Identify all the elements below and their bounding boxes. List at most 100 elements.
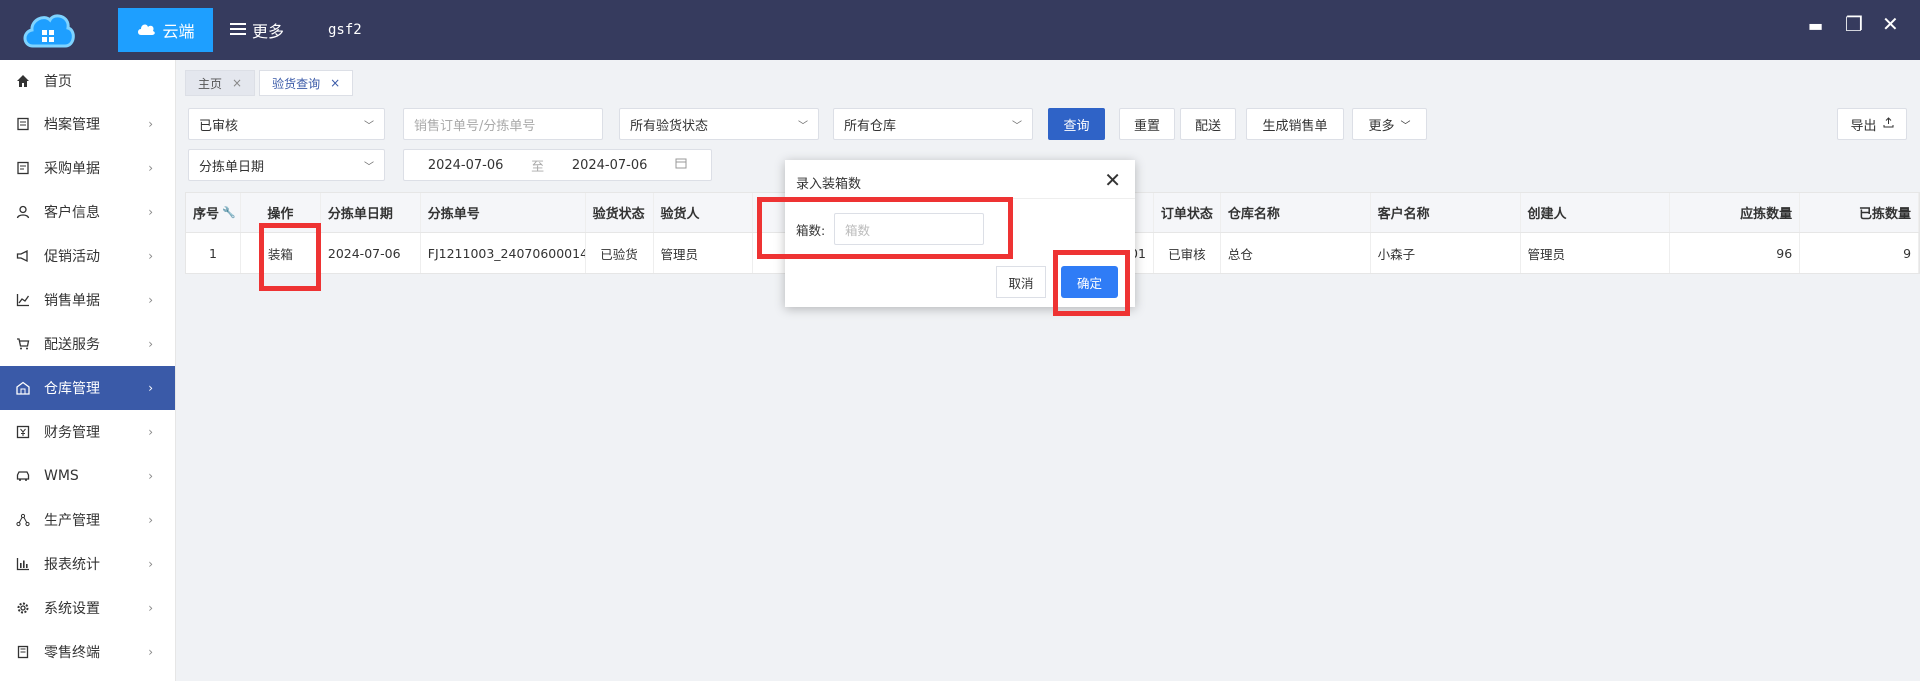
col-date: 分拣单日期 — [321, 193, 421, 232]
col-sort-no: 分拣单号 — [421, 193, 586, 232]
cloud-icon — [136, 21, 156, 40]
chevron-down-icon: ﹀ — [1400, 120, 1411, 132]
sidebar-item-label: 配送服务 — [44, 337, 100, 353]
col-index-label: 序号 — [193, 207, 220, 222]
cell-order-status: 已审核 — [1154, 233, 1221, 273]
home-icon — [16, 74, 30, 88]
terminal-icon — [16, 645, 30, 659]
close-icon[interactable]: × — [232, 76, 242, 90]
reset-button[interactable]: 重置 — [1119, 108, 1175, 140]
chevron-right-icon: › — [148, 337, 153, 351]
query-button[interactable]: 查询 — [1048, 108, 1105, 140]
close-window-button[interactable]: ✕ — [1882, 12, 1899, 36]
user-icon — [16, 205, 30, 219]
col-should-qty: 应拣数量 — [1670, 193, 1801, 232]
gear-icon — [16, 601, 30, 615]
sidebar-item-label: 档案管理 — [44, 117, 100, 133]
col-index: 序号 🔧 — [186, 193, 241, 232]
cell-checker: 管理员 — [654, 233, 754, 273]
sidebar-item-label: 仓库管理 — [44, 381, 100, 397]
sidebar-item-finance[interactable]: 财务管理 › — [0, 410, 175, 454]
audit-status-select[interactable]: 已审核 ﹀ — [188, 108, 385, 140]
date-type-select[interactable]: 分拣单日期 ﹀ — [188, 149, 385, 181]
close-icon[interactable]: ✕ — [1104, 168, 1121, 192]
col-customer: 客户名称 — [1371, 193, 1521, 232]
sidebar-item-retail[interactable]: 零售终端 › — [0, 630, 175, 674]
restore-button[interactable]: ❐ — [1845, 12, 1863, 36]
sidebar-item-label: 首页 — [44, 74, 72, 90]
archive-icon — [16, 117, 30, 131]
chevron-down-icon: ﹀ — [364, 120, 374, 132]
col-check-status: 验货状态 — [586, 193, 654, 232]
deliver-button[interactable]: 配送 — [1180, 108, 1236, 140]
tab-label: 验货查询 — [272, 76, 321, 91]
cloud-logo-icon — [23, 14, 75, 48]
highlight-box-confirm — [1053, 250, 1130, 316]
sidebar-item-archive[interactable]: 档案管理 › — [0, 102, 175, 146]
minimize-button[interactable]: ▬ — [1808, 16, 1823, 35]
sidebar-item-home[interactable]: 首页 — [0, 60, 175, 102]
col-creator: 创建人 — [1521, 193, 1671, 232]
col-checker: 验货人 — [654, 193, 754, 232]
warehouse-select[interactable]: 所有仓库 ﹀ — [833, 108, 1033, 140]
sort-no-link[interactable]: FJ1211003_24070600014 — [421, 233, 586, 273]
col-order-status: 订单状态 — [1154, 193, 1221, 232]
sidebar-item-label: 零售终端 — [44, 645, 100, 661]
date-range-picker[interactable]: 2024-07-06 至 2024-07-06 — [403, 149, 712, 181]
chevron-down-icon: ﹀ — [364, 161, 374, 173]
sidebar-item-sales[interactable]: 销售单据 › — [0, 278, 175, 322]
user-name: gsf2 — [328, 22, 362, 38]
sidebar-item-wms[interactable]: WMS › — [0, 454, 175, 498]
sidebar-item-production[interactable]: 生产管理 › — [0, 498, 175, 542]
sidebar-item-label: 系统设置 — [44, 601, 100, 617]
check-status-select[interactable]: 所有验货状态 ﹀ — [619, 108, 819, 140]
sidebar-item-label: 促销活动 — [44, 249, 100, 265]
tab-label: 主页 — [198, 76, 223, 91]
order-no-placeholder: 销售订单号/分拣单号 — [414, 118, 536, 134]
sidebar: 首页 档案管理 › 采购单据 › 客户信息 › 促销活动 › 销售单据 › 配送… — [0, 60, 176, 681]
cell-check-status: 已验货 — [586, 233, 654, 273]
truck-icon — [16, 469, 30, 483]
sidebar-item-label: 采购单据 — [44, 161, 100, 177]
more-button-label: 更多 — [1368, 118, 1395, 134]
calendar-icon — [675, 157, 687, 173]
tab-home[interactable]: 主页 × — [185, 70, 256, 96]
tab-inspection-query[interactable]: 验货查询 × — [259, 70, 354, 96]
more-button[interactable]: 更多 ﹀ — [1352, 108, 1427, 140]
sidebar-item-reports[interactable]: 报表统计 › — [0, 542, 175, 586]
chevron-right-icon: › — [148, 513, 153, 527]
audit-status-value: 已审核 — [199, 118, 239, 134]
sidebar-item-label: 报表统计 — [44, 557, 100, 573]
sidebar-item-label: WMS — [44, 468, 79, 484]
chevron-right-icon: › — [148, 205, 153, 219]
sidebar-item-promotion[interactable]: 促销活动 › — [0, 234, 175, 278]
cell-should-qty: 96 — [1670, 233, 1801, 273]
wrench-icon[interactable]: 🔧 — [222, 206, 236, 219]
sidebar-item-settings[interactable]: 系统设置 › — [0, 586, 175, 630]
network-icon — [16, 513, 30, 527]
cloud-tab-label: 云端 — [162, 22, 195, 41]
chevron-right-icon: › — [148, 381, 153, 395]
cancel-button[interactable]: 取消 — [996, 266, 1046, 298]
cloud-tab[interactable]: 云端 — [118, 8, 213, 52]
col-picked-qty: 已拣数量 — [1800, 193, 1920, 232]
sidebar-item-warehouse[interactable]: 仓库管理 › — [0, 366, 175, 410]
chevron-right-icon: › — [148, 249, 153, 263]
sidebar-item-customer[interactable]: 客户信息 › — [0, 190, 175, 234]
finance-icon — [16, 425, 30, 439]
cell-index: 1 — [186, 233, 241, 273]
dialog-title: 录入装箱数 — [796, 177, 862, 192]
highlight-box-input — [757, 197, 1013, 259]
chevron-right-icon: › — [148, 161, 153, 175]
date-type-value: 分拣单日期 — [199, 159, 265, 175]
generate-sales-button[interactable]: 生成销售单 — [1246, 108, 1344, 140]
export-button-label: 导出 — [1850, 118, 1877, 134]
page-tabs: 主页 × 验货查询 × — [185, 70, 354, 96]
sidebar-item-purchase[interactable]: 采购单据 › — [0, 146, 175, 190]
export-button[interactable]: 导出 — [1837, 108, 1907, 140]
order-no-input[interactable]: 销售订单号/分拣单号 — [403, 108, 603, 140]
close-icon[interactable]: × — [330, 76, 340, 90]
more-menu-button[interactable]: 更多 — [230, 8, 284, 52]
sidebar-item-delivery[interactable]: 配送服务 › — [0, 322, 175, 366]
date-to: 2024-07-06 — [571, 157, 648, 173]
